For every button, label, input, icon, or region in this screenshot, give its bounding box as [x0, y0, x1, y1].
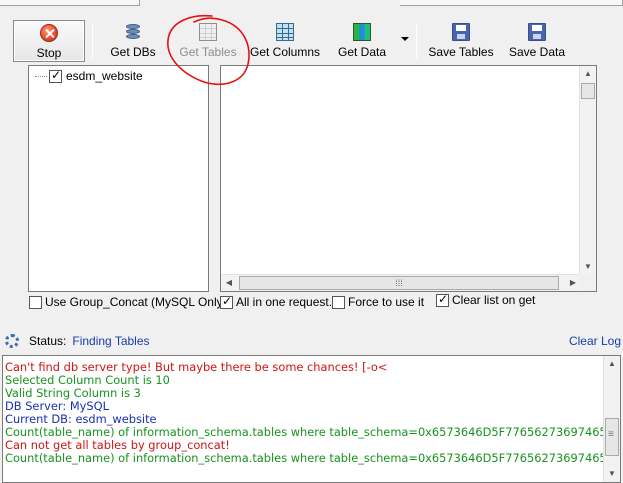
save-data-label: Save Data [508, 45, 566, 59]
scroll-up-icon[interactable]: ▲ [580, 66, 596, 82]
table-icon [199, 23, 217, 41]
save-data-button[interactable]: Save Data [506, 20, 568, 62]
tree-item[interactable]: esdm_website [35, 68, 143, 83]
scroll-down-icon[interactable]: ▼ [604, 466, 620, 482]
get-data-button[interactable]: Get Data [334, 20, 390, 62]
scrollbar-thumb[interactable] [605, 418, 619, 456]
group-concat-label: Use Group_Concat (MySQL Only) [45, 295, 227, 309]
save-tables-label: Save Tables [428, 45, 494, 59]
scrollbar-corner [579, 274, 596, 291]
tables-list-vertical-scrollbar[interactable]: ▲ ▼ [579, 66, 596, 275]
tree-item-label: esdm_website [66, 69, 143, 83]
loading-spinner-icon [5, 334, 19, 348]
top-tab-strip [0, 0, 623, 8]
get-tables-label: Get Tables [179, 45, 237, 59]
log-panel[interactable]: Can't find db server type! But maybe the… [2, 355, 621, 483]
save-tables-button[interactable]: Save Tables [426, 20, 496, 62]
all-in-one-option[interactable]: All in one request. [220, 294, 333, 309]
group-concat-checkbox[interactable] [29, 295, 42, 309]
save-icon [528, 23, 546, 41]
database-icon [125, 23, 141, 41]
data-icon [353, 23, 371, 41]
get-data-label: Get Data [337, 45, 387, 59]
database-tree[interactable]: esdm_website [28, 65, 209, 292]
get-dbs-button[interactable]: Get DBs [105, 20, 161, 62]
stop-button-label: Stop [36, 46, 62, 60]
tables-list-horizontal-scrollbar[interactable]: ◀ ⁞⁞⁞ ▶ [221, 274, 581, 291]
tree-item-checkbox[interactable] [49, 68, 62, 83]
get-data-dropdown-icon[interactable] [401, 37, 409, 41]
log-vertical-scrollbar[interactable]: ▲ ▼ [603, 356, 620, 482]
clear-list-label: Clear list on get [452, 293, 536, 307]
clear-list-option[interactable]: Clear list on get [436, 292, 536, 307]
scroll-left-icon[interactable]: ◀ [221, 275, 237, 291]
get-columns-label: Get Columns [249, 45, 321, 59]
status-label: Status: [29, 334, 67, 348]
toolbar: Stop Get DBs Get Tables Get Columns Get … [10, 20, 610, 64]
columns-icon [276, 23, 294, 41]
stop-icon [40, 24, 58, 42]
all-in-one-label: All in one request. [236, 295, 333, 309]
toolbar-separator [92, 24, 93, 58]
get-columns-button[interactable]: Get Columns [248, 20, 322, 62]
group-concat-option[interactable]: Use Group_Concat (MySQL Only) [29, 295, 227, 309]
top-tab[interactable] [400, 0, 623, 6]
stop-button[interactable]: Stop [13, 20, 85, 62]
top-tab[interactable] [0, 0, 140, 6]
toolbar-separator [416, 24, 417, 58]
get-tables-button[interactable]: Get Tables [176, 20, 240, 62]
get-dbs-label: Get DBs [110, 45, 156, 59]
force-option[interactable]: Force to use it [332, 295, 424, 309]
scrollbar-thumb[interactable] [581, 83, 595, 99]
force-label: Force to use it [348, 295, 425, 309]
clear-list-checkbox[interactable] [436, 292, 449, 307]
status-value: Finding Tables [72, 334, 150, 348]
save-icon [452, 23, 470, 41]
tables-list[interactable]: ▲ ▼ ◀ ⁞⁞⁞ ▶ [220, 65, 597, 292]
scrollbar-thumb[interactable]: ⁞⁞⁞ [239, 276, 559, 290]
scroll-up-icon[interactable]: ▲ [604, 356, 620, 372]
tree-connector [35, 75, 47, 77]
status-bar: Status: Finding Tables [5, 334, 150, 348]
log-line: Count(table_name) of information_schema.… [5, 451, 607, 465]
clear-log-link[interactable]: Clear Log [569, 334, 621, 348]
all-in-one-checkbox[interactable] [220, 294, 233, 309]
scroll-down-icon[interactable]: ▼ [580, 259, 596, 275]
force-checkbox[interactable] [332, 295, 345, 309]
